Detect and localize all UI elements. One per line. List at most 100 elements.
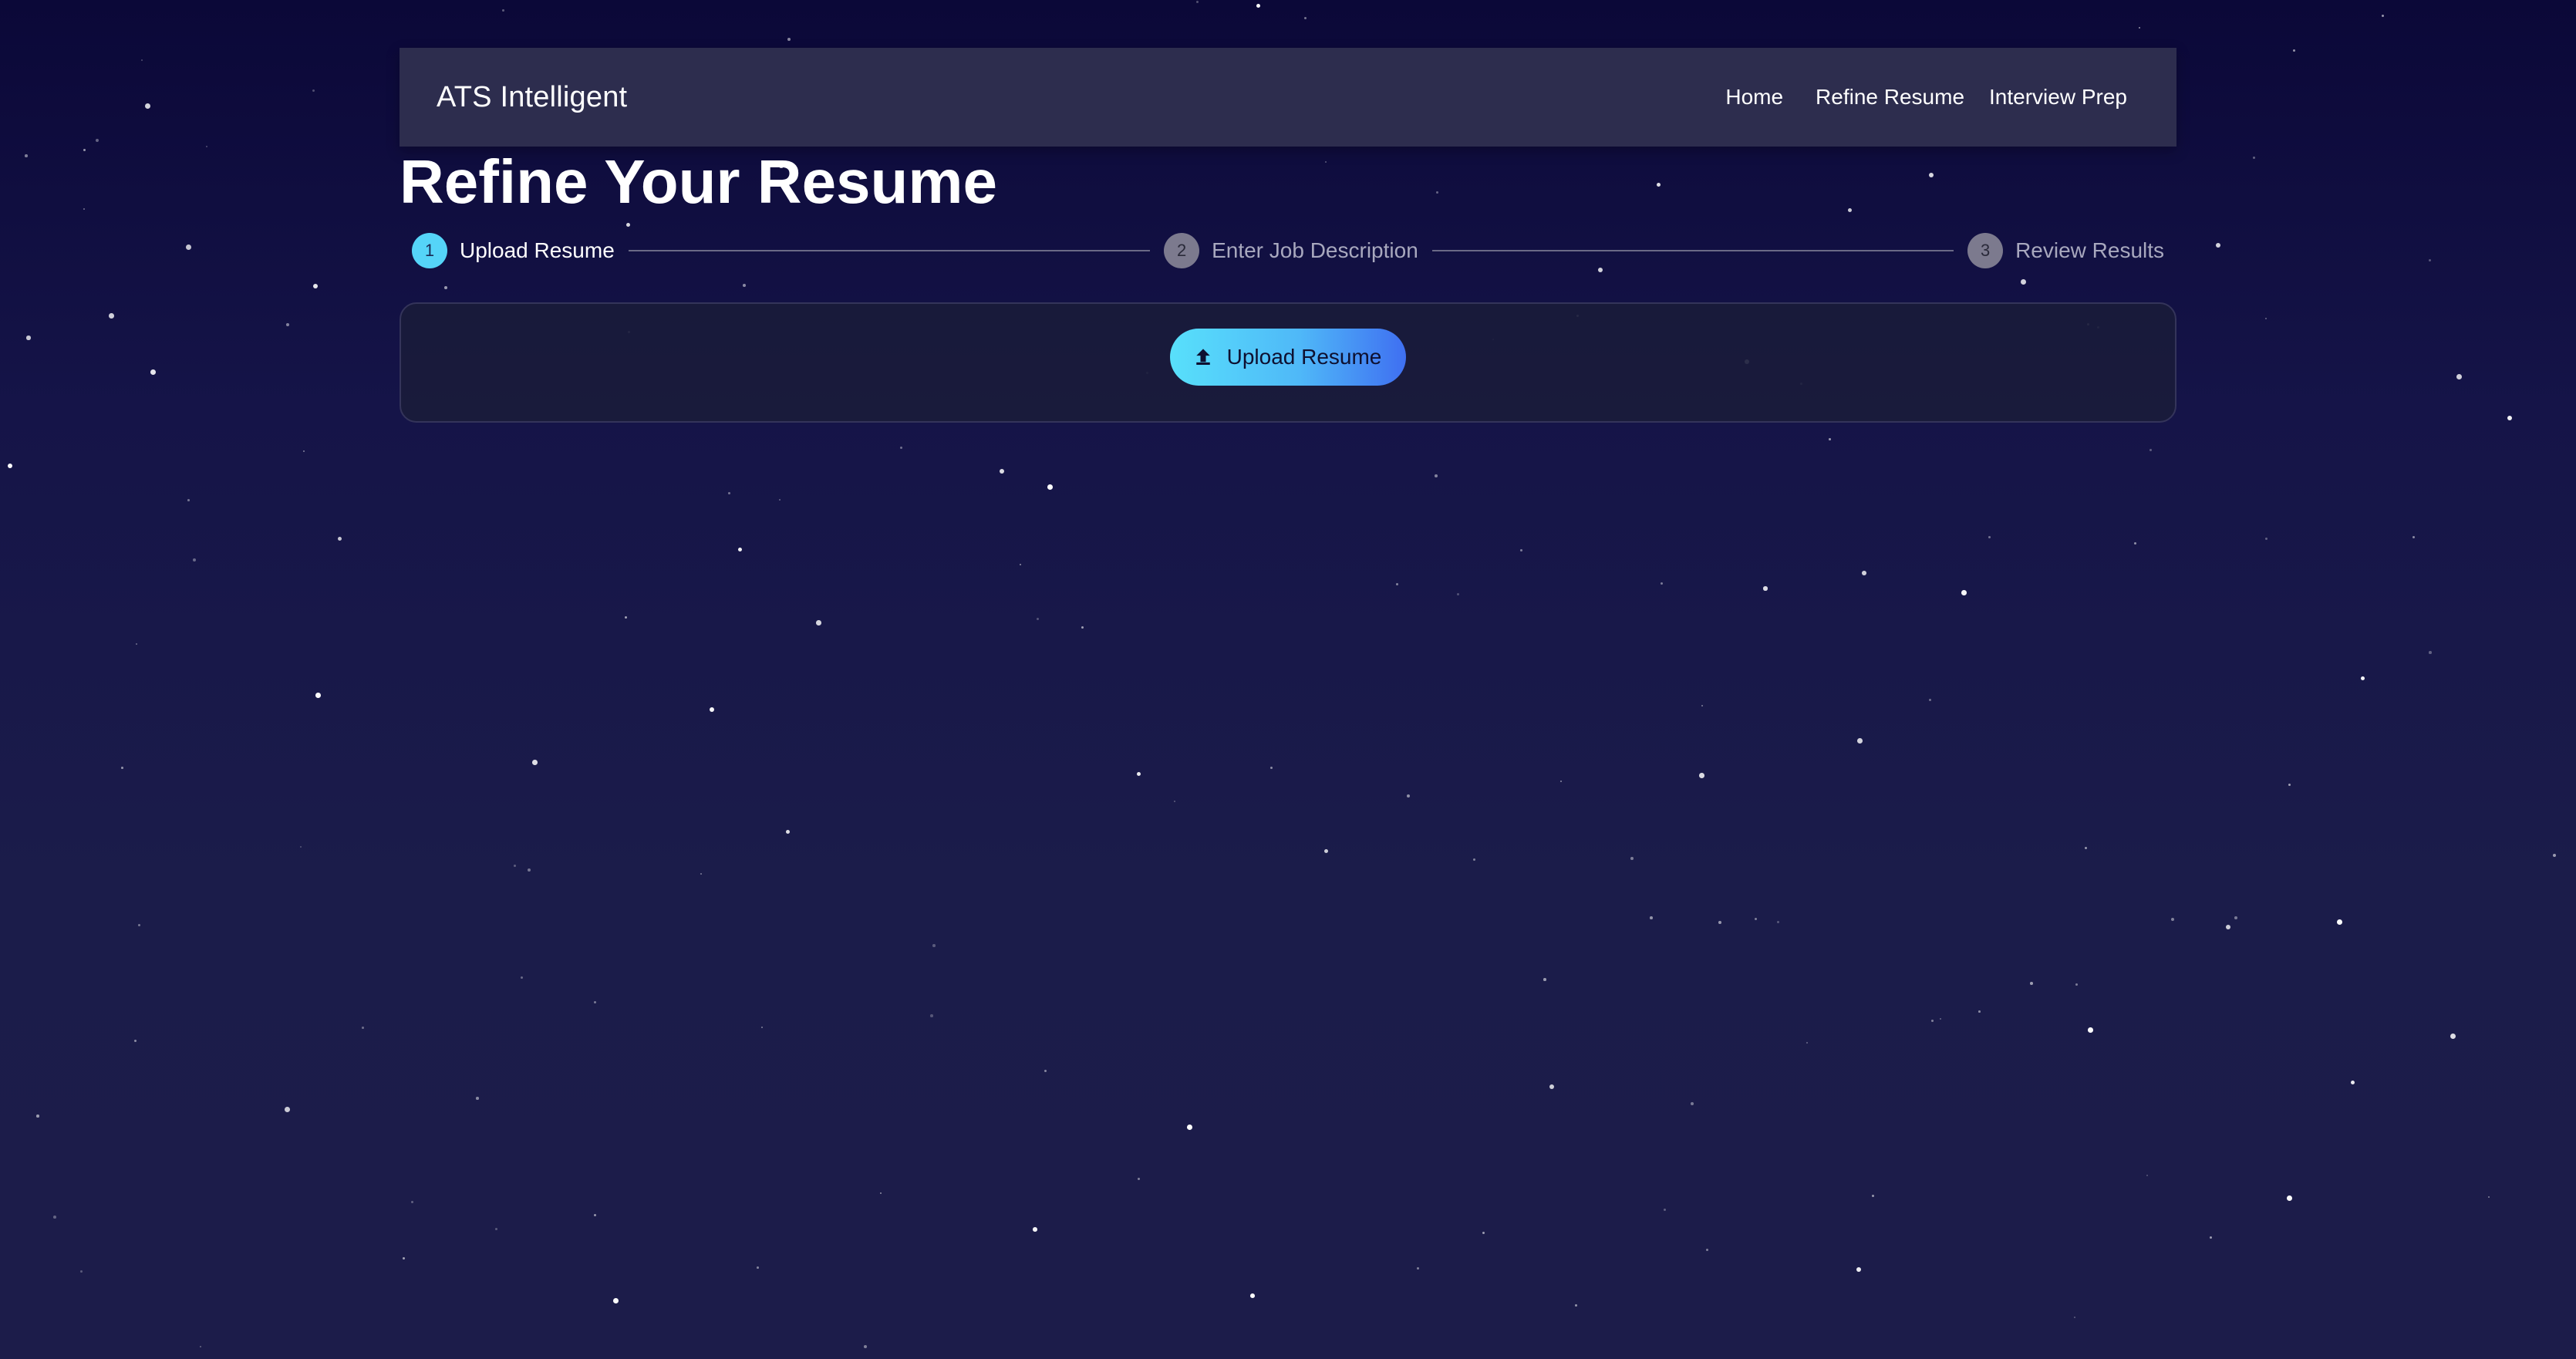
star-dot [1407, 794, 1410, 798]
star-dot [2085, 847, 2088, 850]
star-dot [2382, 15, 2385, 18]
star-dot [1872, 1195, 1875, 1198]
star-dot [757, 1266, 759, 1269]
star-dot [1270, 767, 1273, 769]
star-dot [1755, 918, 1758, 921]
star-dot [1862, 571, 1866, 575]
star-dot [2171, 918, 2174, 921]
star-dot [1650, 916, 1653, 919]
star-dot [1174, 801, 1176, 803]
star-dot [141, 59, 143, 62]
star-dot [1699, 773, 1704, 778]
star-dot [1044, 1070, 1047, 1073]
star-dot [738, 548, 743, 552]
star-dot [594, 1001, 597, 1004]
star-dot [1706, 1249, 1708, 1251]
star-dot [2361, 676, 2365, 681]
star-dot [2553, 854, 2556, 857]
star-dot [300, 846, 302, 848]
star-dot [1196, 1, 1199, 4]
star-dot [1763, 586, 1768, 591]
star-dot [1701, 705, 1704, 707]
star-dot [2450, 1034, 2456, 1039]
step-number-badge: 3 [1967, 233, 2004, 268]
star-dot [83, 208, 86, 211]
star-dot [2139, 27, 2141, 29]
star-dot [1081, 626, 1084, 629]
star-dot [1978, 1010, 1981, 1013]
star-dot [532, 760, 538, 765]
star-dot [338, 537, 342, 541]
nav-links: Home Refine Resume Interview Prep [1725, 85, 2127, 110]
star-dot [816, 620, 821, 626]
star-dot [1940, 1018, 1942, 1020]
star-dot [2351, 1081, 2355, 1085]
star-dot [2412, 536, 2416, 539]
star-dot [779, 499, 781, 501]
nav-link-interview-prep[interactable]: Interview Prep [1989, 85, 2127, 110]
star-dot [728, 492, 730, 494]
star-dot [362, 1027, 364, 1029]
star-dot [2337, 919, 2342, 925]
star-dot [1396, 583, 1398, 585]
nav-link-home[interactable]: Home [1725, 85, 1783, 110]
step-connector [628, 250, 1151, 251]
star-dot [761, 1027, 763, 1028]
star-dot [200, 1346, 202, 1348]
step-enter-job-description: 2 Enter Job Description [1164, 233, 1418, 268]
step-label: Enter Job Description [1212, 238, 1418, 262]
step-connector [1431, 250, 1954, 251]
brand-logo-text[interactable]: ATS Intelligent [437, 81, 627, 114]
star-dot [2074, 1317, 2076, 1319]
upload-resume-button[interactable]: Upload Resume [1169, 329, 1407, 386]
star-dot [2288, 784, 2291, 787]
star-dot [476, 1097, 479, 1100]
star-dot [53, 1216, 56, 1219]
star-dot [2216, 243, 2221, 248]
star-dot [1777, 921, 1780, 924]
star-dot [1931, 1020, 1934, 1022]
star-dot [285, 1107, 290, 1112]
star-dot [186, 244, 191, 250]
star-dot [1664, 1209, 1667, 1212]
star-dot [1560, 781, 1563, 783]
nav-link-refine-resume[interactable]: Refine Resume [1816, 85, 1964, 110]
star-dot [864, 1345, 867, 1348]
star-dot [411, 1201, 414, 1204]
star-dot [514, 865, 516, 867]
upload-button-label: Upload Resume [1226, 345, 1382, 369]
star-dot [134, 1040, 137, 1043]
star-dot [2088, 1027, 2093, 1033]
star-dot [1138, 1178, 1141, 1181]
star-dot [2488, 1196, 2490, 1199]
step-upload-resume: 1 Upload Resume [412, 233, 615, 268]
star-dot [2265, 318, 2267, 320]
star-dot [315, 693, 321, 698]
upload-icon [1195, 349, 1210, 365]
star-dot [1856, 1267, 1862, 1273]
app-container: ATS Intelligent Home Refine Resume Inter… [400, 48, 2176, 423]
star-dot [1473, 858, 1476, 862]
page-title: Refine Your Resume [400, 147, 998, 216]
star-dot [83, 149, 86, 151]
star-dot [932, 944, 936, 947]
star-dot [138, 924, 141, 927]
star-dot [8, 464, 13, 469]
star-dot [2226, 925, 2230, 929]
star-dot [145, 103, 150, 109]
star-dot [2429, 651, 2432, 654]
star-dot [1417, 1267, 1420, 1270]
star-dot [710, 707, 714, 712]
star-dot [2253, 157, 2256, 160]
star-dot [96, 139, 99, 142]
star-dot [1829, 438, 1831, 440]
star-dot [1929, 699, 1932, 702]
star-dot [1457, 593, 1460, 596]
star-dot [1033, 1227, 1037, 1232]
star-dot [1575, 1304, 1577, 1307]
star-dot [1543, 978, 1546, 981]
star-dot [1000, 469, 1005, 474]
star-dot [1037, 618, 1040, 621]
star-dot [2287, 1195, 2292, 1201]
star-dot [313, 284, 319, 289]
